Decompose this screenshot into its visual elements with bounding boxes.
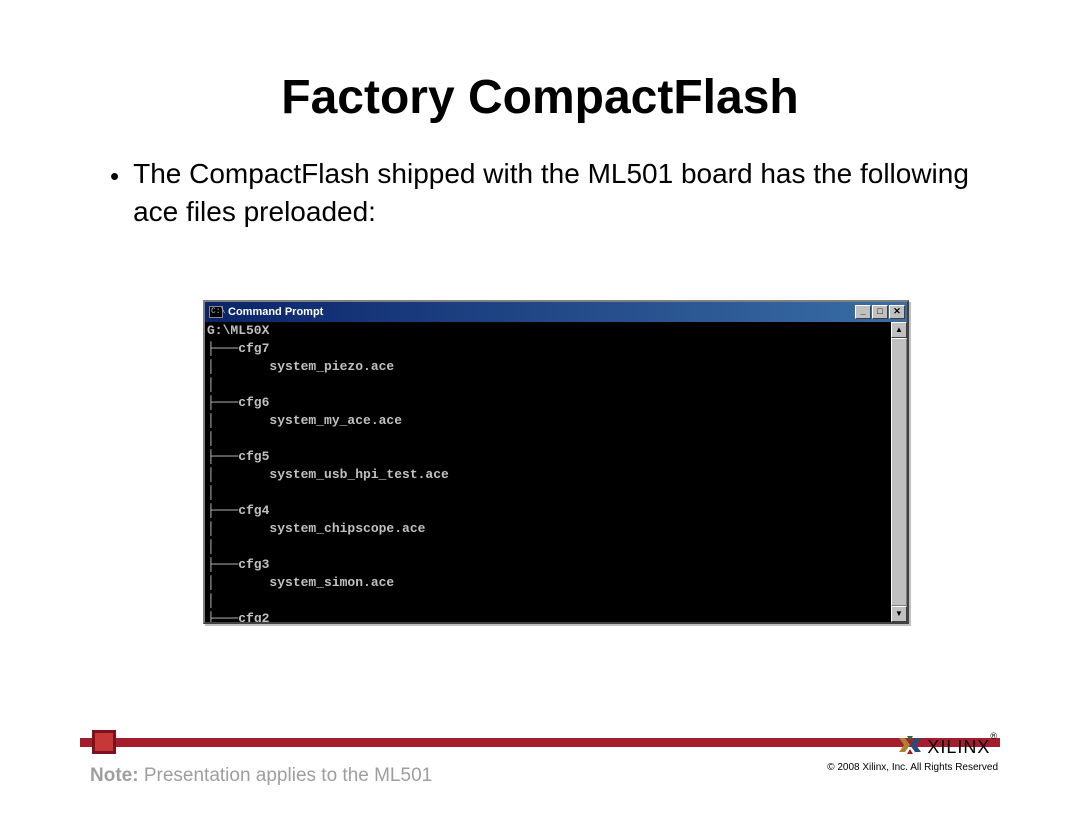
- scroll-up-button[interactable]: ▲: [891, 322, 907, 338]
- window-buttons: _ □ ✕: [855, 305, 905, 319]
- copyright-text: © 2008 Xilinx, Inc. All Rights Reserved: [827, 762, 998, 773]
- xilinx-logo: XILINX®: [827, 736, 998, 758]
- cmd-app-icon: C:\: [209, 306, 223, 318]
- scroll-down-button[interactable]: ▼: [891, 606, 907, 622]
- slide-title: Factory CompactFlash: [0, 70, 1080, 125]
- footer-square-icon: [92, 730, 116, 754]
- registered-icon: ®: [990, 731, 998, 741]
- xilinx-wordmark: XILINX®: [927, 737, 998, 758]
- footer-note-text: Presentation applies to the ML501: [139, 765, 433, 786]
- scroll-thumb[interactable]: [891, 338, 907, 606]
- command-prompt-window: C:\ Command Prompt _ □ ✕ G:\ML50X ├───cf…: [203, 300, 909, 624]
- slide: Factory CompactFlash • The CompactFlash …: [0, 0, 1080, 834]
- minimize-button[interactable]: _: [855, 305, 871, 319]
- footer-note: Note: Presentation applies to the ML501: [90, 765, 432, 787]
- bullet-item: • The CompactFlash shipped with the ML50…: [110, 155, 970, 231]
- cmd-body-wrap: G:\ML50X ├───cfg7 │ system_piezo.ace │ ├…: [205, 322, 907, 622]
- close-button[interactable]: ✕: [889, 305, 905, 319]
- vertical-scrollbar[interactable]: ▲ ▼: [891, 322, 907, 622]
- xilinx-mark-icon: [899, 736, 921, 758]
- footer-note-bold: Note:: [90, 765, 139, 786]
- bullet-text: The CompactFlash shipped with the ML501 …: [133, 155, 970, 231]
- bullet-dot-icon: •: [110, 159, 119, 194]
- window-title-text: Command Prompt: [228, 306, 855, 318]
- cmd-output: G:\ML50X ├───cfg7 │ system_piezo.ace │ ├…: [205, 322, 891, 622]
- maximize-button[interactable]: □: [872, 305, 888, 319]
- window-titlebar: C:\ Command Prompt _ □ ✕: [205, 302, 907, 322]
- footer-right: XILINX® © 2008 Xilinx, Inc. All Rights R…: [827, 736, 998, 773]
